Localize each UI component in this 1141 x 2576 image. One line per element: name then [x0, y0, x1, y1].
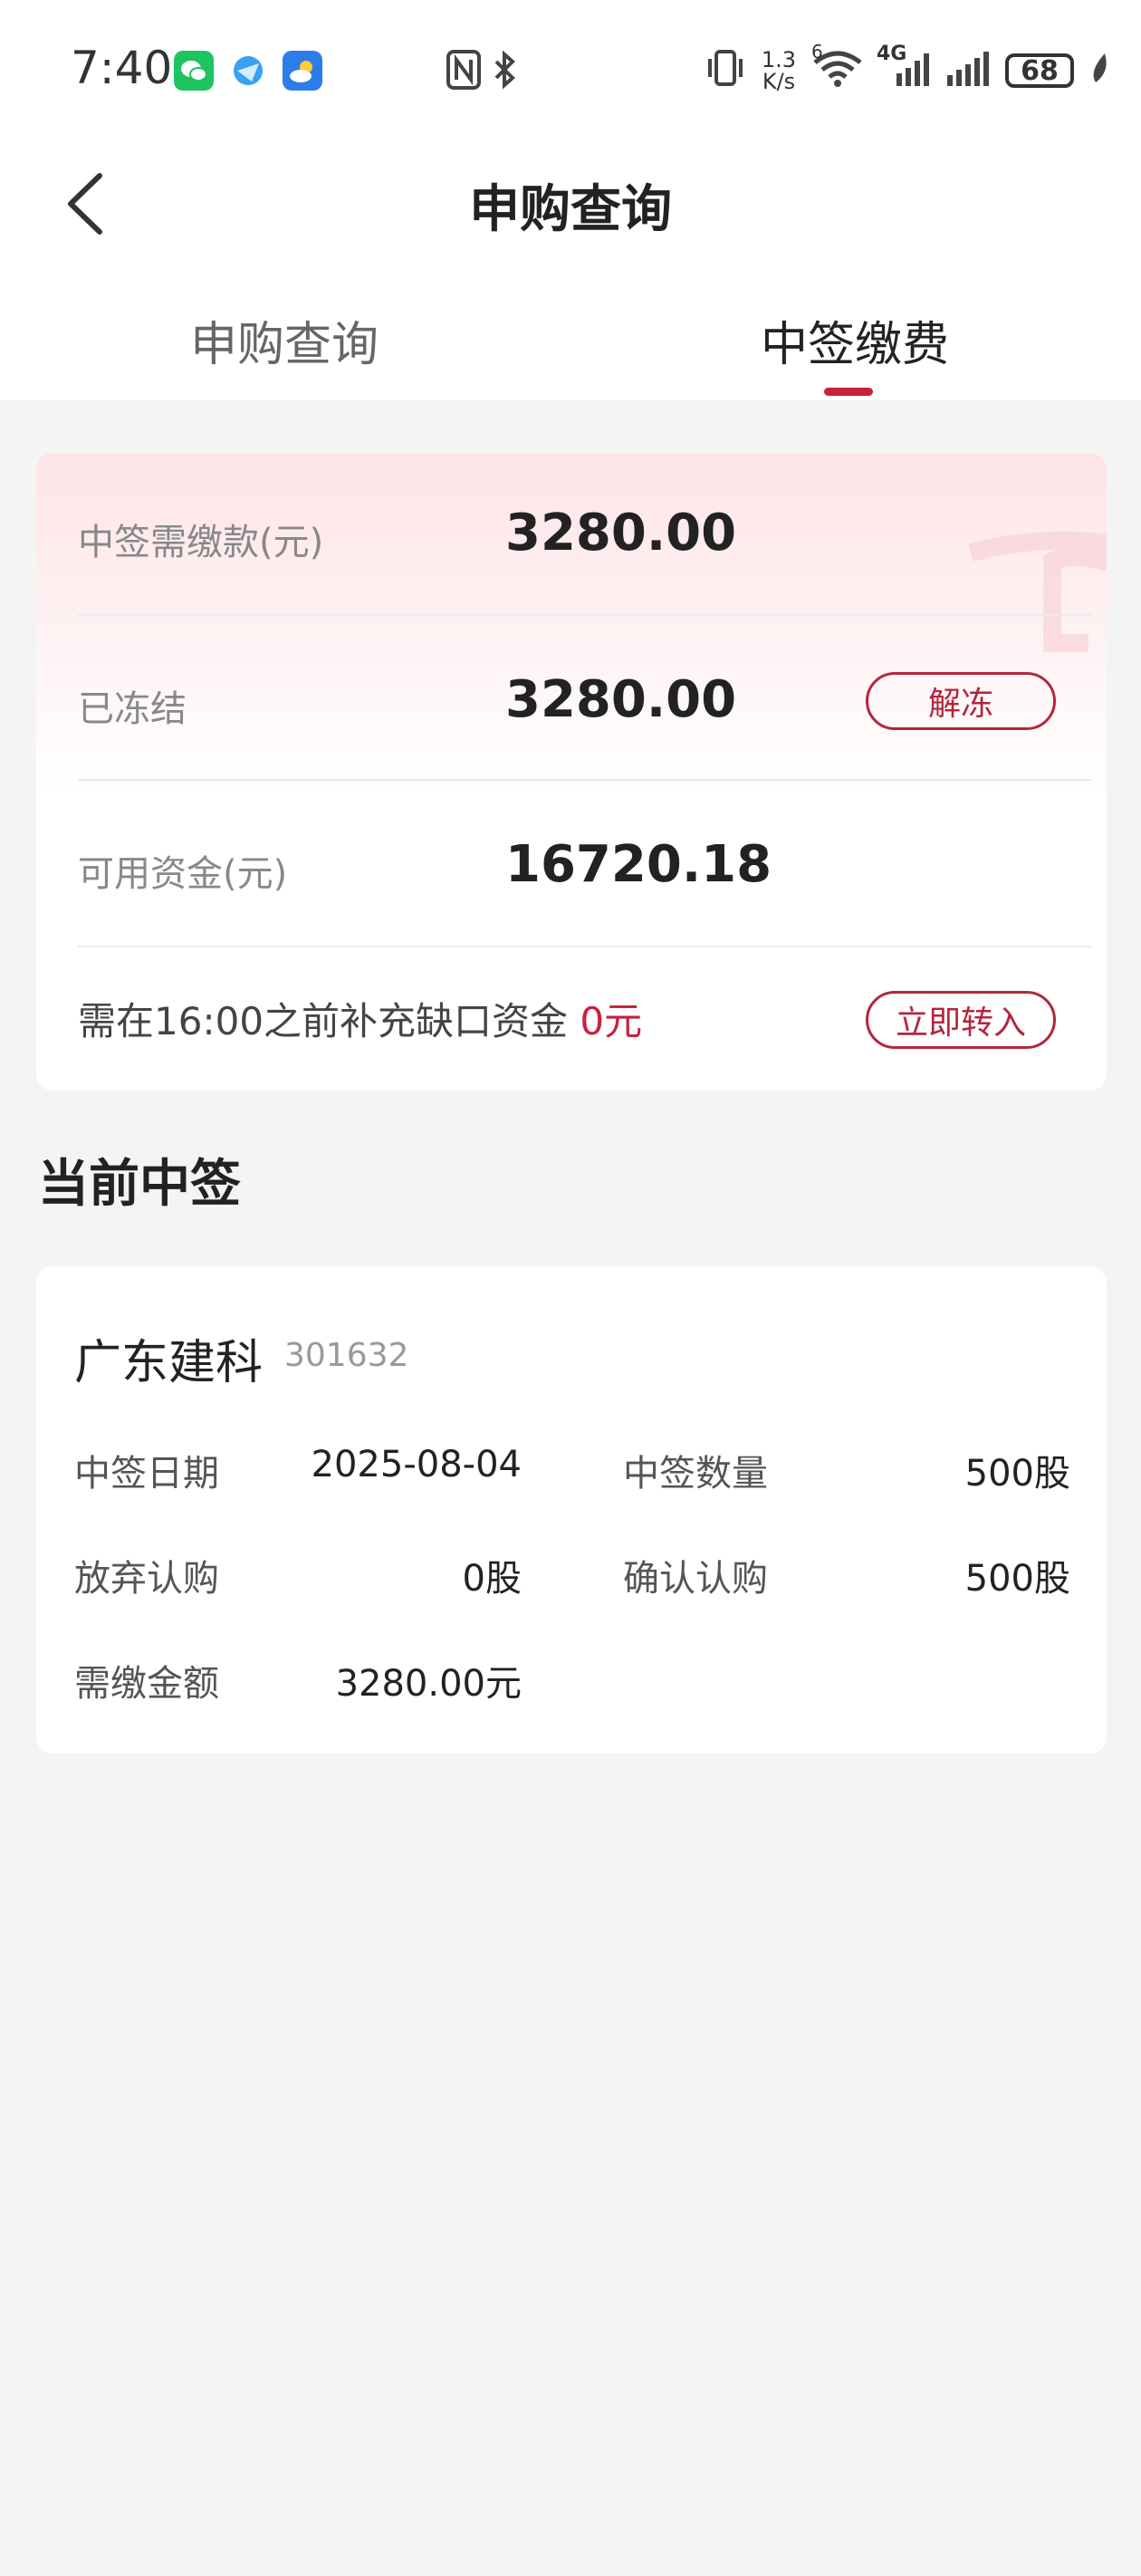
weather-icon	[283, 51, 322, 91]
funding-gap-notice: 需在16:00之前补充缺口资金 0元	[78, 991, 642, 1046]
signal-icon	[944, 48, 992, 94]
transfer-in-button[interactable]: 立即转入	[866, 991, 1056, 1049]
unfreeze-button[interactable]: 解冻	[866, 672, 1056, 730]
divider	[78, 614, 1092, 616]
bluetooth-icon	[491, 49, 518, 94]
wechat-icon	[174, 51, 214, 91]
section-title: 当前中签	[38, 1155, 241, 1214]
divider	[78, 946, 1092, 947]
divider	[78, 779, 1092, 781]
status-right: 1.3 K/s 6 4G 68	[705, 41, 1110, 96]
available-funds-label: 可用资金(元)	[78, 853, 288, 895]
quantity-label: 中签数量	[623, 1453, 768, 1495]
stock-code: 301632	[284, 1337, 409, 1374]
confirm-value: 500股	[964, 1558, 1070, 1600]
tab-subscription-query[interactable]: 申购查询	[190, 306, 379, 374]
cell-label: 4G	[877, 42, 907, 65]
active-tab-indicator	[824, 388, 873, 396]
payment-due-value: 3280.00	[505, 504, 737, 562]
decorative-pattern	[968, 531, 1107, 652]
wifi-label: 6	[811, 40, 823, 62]
net-speed: 1.3 K/s	[761, 47, 797, 94]
quantity-value: 500股	[964, 1453, 1070, 1495]
signal-icon-4g: 4G	[877, 43, 931, 94]
page-title: 申购查询	[469, 180, 672, 239]
wifi-icon: 6	[811, 41, 864, 94]
payment-summary-card: 中签需缴款(元) 3280.00 已冻结 3280.00 解冻 可用资金(元) …	[36, 453, 1107, 1091]
winning-stock-card[interactable]: 广东建科 301632 中签日期 2025-08-04 中签数量 500股 放弃…	[36, 1266, 1107, 1754]
confirm-label: 确认认购	[623, 1558, 768, 1600]
browser-icon	[228, 51, 268, 91]
notice-amount: 0元	[580, 999, 643, 1043]
payment-due-label: 中签需缴款(元)	[78, 522, 324, 563]
date-label: 中签日期	[74, 1453, 219, 1495]
amount-label: 需缴金额	[74, 1663, 219, 1705]
battery-icon: 68	[1005, 53, 1074, 88]
abandon-label: 放弃认购	[74, 1558, 219, 1600]
frozen-label: 已冻结	[78, 688, 187, 730]
leaf-icon	[1087, 50, 1110, 92]
abandon-value: 0股	[462, 1558, 522, 1600]
frozen-value: 3280.00	[505, 670, 737, 729]
nfc-icon	[446, 49, 482, 94]
date-value: 2025-08-04	[311, 1444, 522, 1485]
status-time: 7:40	[71, 42, 173, 94]
amount-value: 3280.00元	[335, 1663, 522, 1705]
stock-name: 广东建科	[74, 1336, 264, 1390]
vibrate-icon	[705, 48, 746, 94]
status-bar: 7:40 1.3 K/s 6 4G 68	[0, 0, 1141, 136]
tab-winning-payment[interactable]: 中签缴费	[761, 306, 949, 374]
notice-text: 需在16:00之前补充缺口资金	[78, 999, 569, 1043]
available-funds-value: 16720.18	[505, 835, 772, 894]
